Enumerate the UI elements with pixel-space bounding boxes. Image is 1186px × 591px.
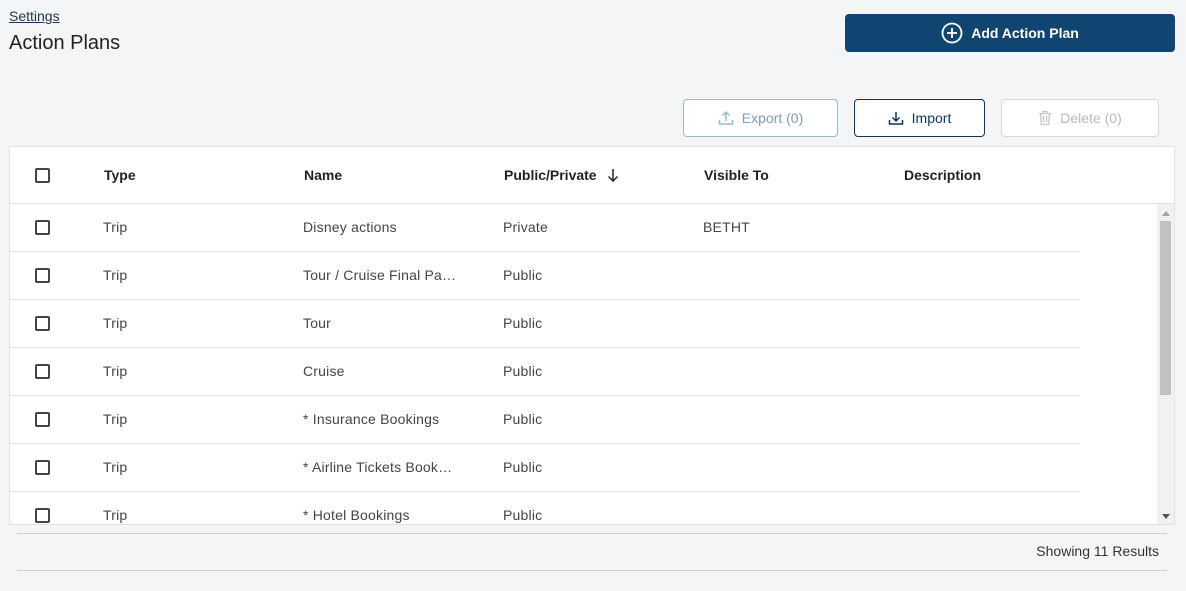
table-scrollbar[interactable]	[1157, 204, 1174, 524]
export-button[interactable]: Export (0)	[683, 99, 838, 137]
trash-icon	[1039, 110, 1052, 126]
import-button[interactable]: Import	[854, 99, 985, 137]
download-icon	[888, 112, 903, 125]
results-count: Showing 11 Results	[1036, 543, 1159, 559]
column-header-visible-to[interactable]: Visible To	[704, 167, 769, 183]
column-header-visible-to-label: Visible To	[704, 167, 769, 183]
table-row[interactable]: Trip Disney actions Private BETHT	[10, 204, 1080, 252]
cell-public-private: Public	[503, 363, 543, 379]
column-header-description-label: Description	[904, 167, 982, 183]
cell-name: * Hotel Bookings	[303, 507, 410, 523]
table-row[interactable]: Trip Cruise Public	[10, 348, 1080, 396]
row-checkbox[interactable]	[35, 412, 50, 427]
row-checkbox[interactable]	[35, 220, 50, 235]
table-row[interactable]: Trip * Hotel Bookings Public	[10, 492, 1080, 524]
cell-name: Cruise	[303, 363, 345, 379]
column-header-public-private[interactable]: Public/Private	[504, 167, 619, 183]
plus-circle-icon	[941, 22, 963, 44]
cell-type: Trip	[103, 219, 128, 235]
delete-label: Delete (0)	[1060, 110, 1122, 126]
scroll-up-arrow-icon[interactable]	[1157, 206, 1174, 220]
action-plans-table: Type Name Public/Private Visible To Desc…	[9, 146, 1175, 525]
footer-divider-bottom	[17, 570, 1167, 571]
cell-type: Trip	[103, 363, 128, 379]
row-checkbox[interactable]	[35, 364, 50, 379]
scroll-thumb[interactable]	[1160, 221, 1171, 395]
table-row[interactable]: Trip * Airline Tickets Book… Public	[10, 444, 1080, 492]
cell-public-private: Private	[503, 219, 548, 235]
import-label: Import	[911, 110, 952, 126]
select-all-checkbox[interactable]	[35, 168, 50, 183]
column-header-name-label: Name	[304, 167, 343, 183]
cell-name: * Insurance Bookings	[303, 411, 440, 427]
cell-type: Trip	[103, 315, 128, 331]
cell-name: Tour	[303, 315, 332, 331]
row-checkbox[interactable]	[35, 460, 50, 475]
footer-divider-top	[17, 533, 1167, 534]
cell-public-private: Public	[503, 315, 543, 331]
row-checkbox[interactable]	[35, 508, 50, 523]
table-row[interactable]: Trip Tour / Cruise Final Pa… Public	[10, 252, 1080, 300]
delete-button[interactable]: Delete (0)	[1001, 99, 1159, 137]
cell-public-private: Public	[503, 267, 543, 283]
page-title: Action Plans	[9, 32, 121, 54]
cell-name: Disney actions	[303, 219, 397, 235]
row-checkbox[interactable]	[35, 268, 50, 283]
add-action-plan-label: Add Action Plan	[971, 25, 1079, 41]
arrow-down-icon	[607, 169, 618, 182]
cell-type: Trip	[103, 459, 128, 475]
table-row[interactable]: Trip * Insurance Bookings Public	[10, 396, 1080, 444]
column-header-name[interactable]: Name	[304, 167, 342, 183]
cell-type: Trip	[103, 411, 128, 427]
column-header-type-label: Type	[104, 167, 136, 183]
breadcrumb-settings[interactable]: Settings	[9, 8, 60, 24]
column-header-public-private-label: Public/Private	[504, 167, 597, 183]
table-body: Trip Disney actions Private BETHT Trip T…	[10, 204, 1080, 524]
cell-type: Trip	[103, 267, 128, 283]
column-header-description[interactable]: Description	[904, 167, 981, 183]
row-checkbox[interactable]	[35, 316, 50, 331]
table-header: Type Name Public/Private Visible To Desc…	[10, 147, 1174, 204]
cell-type: Trip	[103, 507, 128, 523]
column-header-type[interactable]: Type	[104, 167, 136, 183]
table-row[interactable]: Trip Tour Public	[10, 300, 1080, 348]
cell-public-private: Public	[503, 459, 543, 475]
cell-name: Tour / Cruise Final Pa…	[303, 267, 457, 283]
upload-icon	[718, 110, 734, 125]
add-action-plan-button[interactable]: Add Action Plan	[845, 14, 1175, 52]
cell-public-private: Public	[503, 411, 543, 427]
export-label: Export (0)	[741, 110, 804, 126]
scroll-down-arrow-icon[interactable]	[1157, 509, 1174, 523]
cell-public-private: Public	[503, 507, 543, 523]
cell-name: * Airline Tickets Book…	[303, 459, 453, 475]
cell-visible-to: BETHT	[703, 219, 750, 235]
